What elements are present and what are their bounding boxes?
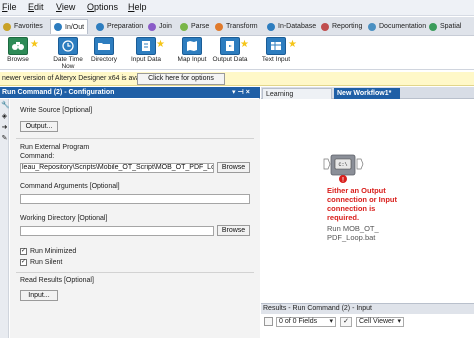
menu-help[interactable]: Help [128, 2, 147, 12]
tag-icon[interactable]: ◈ [1, 113, 8, 120]
input-anchor[interactable] [323, 158, 331, 170]
reporting-icon [321, 22, 329, 31]
configuration-pane: Run Command (2) - Configuration ▾ ⊣ × 🔧 … [0, 87, 260, 338]
configuration-header: Run Command (2) - Configuration ▾ ⊣ × [0, 87, 260, 98]
transform-icon [215, 22, 223, 31]
menu-view[interactable]: View [56, 2, 75, 12]
menu-options[interactable]: Options [87, 2, 118, 12]
database-icon [267, 22, 275, 31]
svg-text:C:\: C:\ [338, 162, 347, 168]
run-external-label: Run External Program [20, 144, 90, 151]
pane-controls[interactable]: ▾ ⊣ × [232, 87, 250, 98]
book-icon [136, 37, 156, 55]
arrow-icon[interactable]: ➜ [1, 124, 8, 131]
book-icon [220, 37, 240, 55]
tab-join[interactable]: Join [145, 19, 175, 34]
browse-directory-button[interactable]: Browse [217, 225, 250, 236]
options-button[interactable]: Click here for options [137, 73, 225, 85]
configuration-title: Run Command (2) - Configuration [2, 89, 115, 96]
command-label: Command: [20, 153, 55, 160]
favorite-star-icon[interactable]: ★ [156, 39, 165, 50]
menu-bar: File Edit View Options Help [0, 0, 474, 16]
notification-text: newer version of Alteryx Designer x64 is… [2, 75, 157, 82]
configuration-form: Write Source [Optional] Output... Run Ex… [10, 99, 260, 338]
results-header: Results - Run Command (2) - Input [261, 303, 474, 314]
cell-viewer-dropdown[interactable]: Cell Viewer ▾ [356, 317, 404, 327]
comment-icon[interactable]: ✎ [1, 135, 8, 142]
update-notification-bar: newer version of Alteryx Designer x64 is… [0, 72, 474, 86]
tool-directory[interactable]: Directory [86, 37, 122, 63]
tool-palette: Browse ★ Date Time Now Directory Input D… [0, 36, 474, 70]
read-results-label: Read Results [Optional] [20, 277, 94, 284]
fields-dropdown[interactable]: 0 of 0 Fields ▾ [276, 317, 336, 327]
menu-edit[interactable]: Edit [28, 2, 44, 12]
tool-map-input[interactable]: Map Input [174, 37, 210, 63]
parse-icon [180, 22, 188, 31]
command-arguments-label: Command Arguments [Optional] [20, 183, 120, 190]
check-icon[interactable]: ✓ [340, 317, 352, 327]
output-anchor[interactable] [356, 158, 364, 170]
input-button[interactable]: Input... [20, 290, 58, 301]
menu-file[interactable]: File [2, 2, 17, 12]
tool-date-time-now[interactable]: Date Time Now [50, 37, 86, 70]
map-icon [182, 37, 202, 55]
tab-spatial[interactable]: Spatial [426, 19, 464, 34]
tab-in-out[interactable]: In/Out [50, 19, 89, 34]
workflow-tabs: Learning Guide.yxmd New Workflow1* × [261, 87, 474, 109]
star-icon [3, 22, 11, 31]
preparation-icon [96, 22, 104, 31]
tab-documentation[interactable]: Documentation [365, 19, 429, 34]
tab-transform[interactable]: Transform [212, 19, 261, 34]
tool-annotation: Run MOB_OT_PDF_Loop.bat [327, 224, 379, 242]
tab-reporting[interactable]: Reporting [318, 19, 365, 34]
folder-icon [94, 37, 114, 55]
tab-new-workflow[interactable]: New Workflow1* × [334, 88, 400, 108]
divider [16, 138, 254, 139]
tool-error-message: Either an Output connection or Input con… [327, 186, 397, 222]
svg-text:!: ! [342, 178, 344, 184]
tool-palette-tabs: Favorites In/Out Preparation Join Parse … [0, 17, 474, 36]
in-out-icon [54, 23, 62, 31]
config-side-toolbar: 🔧 ◈ ➜ ✎ [0, 99, 10, 338]
table-icon[interactable] [264, 317, 273, 326]
run-minimized-checkbox[interactable]: ✓ [20, 248, 27, 255]
divider [16, 272, 254, 273]
run-silent-checkbox[interactable]: ✓ [20, 259, 27, 266]
output-button[interactable]: Output... [20, 121, 58, 132]
working-directory-field[interactable] [20, 226, 214, 236]
chevron-down-icon: ▾ [397, 318, 401, 325]
chevron-down-icon: ▾ [329, 318, 333, 325]
run-silent-label: Run Silent [30, 259, 63, 266]
tab-preparation[interactable]: Preparation [93, 19, 146, 34]
tab-parse[interactable]: Parse [177, 19, 212, 34]
join-icon [148, 22, 156, 31]
command-field[interactable]: leau_Repository\Scripts\Mobile_OT_Script… [20, 163, 214, 173]
spatial-icon [429, 22, 437, 31]
table-icon [266, 37, 286, 55]
working-directory-label: Working Directory [Optional] [20, 215, 108, 222]
favorite-star-icon[interactable]: ★ [288, 39, 297, 50]
favorite-star-icon[interactable]: ★ [240, 39, 249, 50]
wrench-icon[interactable]: 🔧 [1, 102, 10, 109]
tab-in-database[interactable]: In-Database [264, 19, 319, 34]
favorite-star-icon[interactable]: ★ [30, 39, 39, 50]
run-minimized-label: Run Minimized [30, 248, 77, 255]
browse-command-button[interactable]: Browse [217, 162, 250, 173]
tab-learning-guide[interactable]: Learning Guide.yxmd [262, 88, 332, 109]
tab-favorites[interactable]: Favorites [0, 19, 46, 34]
clock-icon [58, 37, 78, 55]
write-source-label: Write Source [Optional] [20, 107, 93, 114]
results-toolbar: 0 of 0 Fields ▾ ✓ Cell Viewer ▾ [261, 314, 474, 338]
workflow-canvas[interactable]: C:\ ! Either an Output connection or Inp… [261, 100, 474, 303]
binoculars-icon [8, 37, 28, 55]
documentation-icon [368, 22, 376, 31]
command-arguments-field[interactable] [20, 194, 250, 204]
